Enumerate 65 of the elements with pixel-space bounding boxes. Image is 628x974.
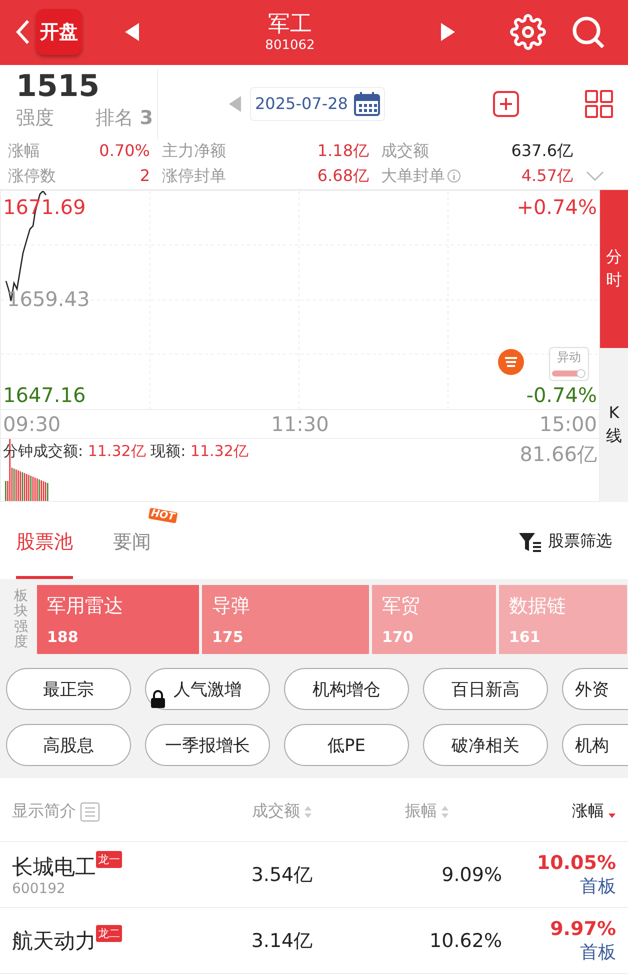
stat-value: 637.6亿	[511, 140, 573, 162]
filter-chip[interactable]: 机构增仓	[284, 668, 409, 710]
low-percent: -0.74%	[526, 382, 597, 407]
stat-value: 2	[140, 165, 150, 188]
stock-code: 600192	[12, 880, 66, 897]
grid-icon[interactable]	[584, 88, 614, 119]
strength-value: 1515	[15, 68, 100, 105]
app-logo: 开盘	[36, 9, 82, 56]
amount-cell-text: 3.54亿	[250, 862, 314, 888]
sector-strength-label: 板块强度	[14, 588, 28, 650]
filter-chip[interactable]: 人气激增	[145, 668, 270, 710]
column-header[interactable]: 涨幅	[502, 801, 616, 822]
filter-chip[interactable]: 高股息	[6, 724, 131, 766]
page-title: 军工	[268, 12, 312, 38]
stat-label: 成交额	[381, 140, 429, 162]
stat-value: 4.57亿	[521, 165, 573, 188]
stat-value: 0.70%	[99, 140, 150, 162]
topic-badge-icon[interactable]	[497, 348, 525, 376]
stock-filter-button[interactable]: 股票筛选	[518, 530, 612, 553]
time-label: 11:30	[271, 412, 329, 436]
hot-badge: HOT	[148, 508, 178, 524]
section-tab[interactable]: 要闻	[113, 504, 151, 579]
amplitude-cell-text: 10.62%	[428, 930, 502, 952]
rank-tag: 龙一	[96, 850, 122, 868]
volume-max: 81.66亿	[520, 440, 597, 468]
filter-chip[interactable]: 外资	[562, 668, 628, 710]
filter-chip[interactable]: 最正宗	[6, 668, 131, 710]
strength-label: 强度	[16, 106, 54, 131]
rank-text: 排名 3	[96, 106, 153, 131]
filter-chip[interactable]: 百日新高	[423, 668, 548, 710]
switch-icon	[552, 369, 586, 378]
chart-type-tab[interactable]: K线	[600, 348, 628, 502]
time-label: 09:30	[3, 412, 61, 436]
chart-type-tab[interactable]: 分时	[600, 190, 628, 348]
filter-chip[interactable]: 破净相关	[423, 724, 548, 766]
filter-chip[interactable]: 一季报增长	[145, 724, 270, 766]
stock-name[interactable]: 长城电工	[12, 852, 96, 881]
change-cell: 9.97%	[550, 918, 616, 940]
time-label: 15:00	[539, 412, 597, 436]
amount-cell-text: 3.14亿	[250, 928, 314, 954]
stat-label: 主力净额	[162, 140, 226, 162]
stat-label: 涨停数	[8, 165, 56, 188]
stat-label: 涨幅	[8, 140, 40, 162]
filter-chip[interactable]: 低PE	[284, 724, 409, 766]
stat-label: 大单封单	[381, 165, 445, 188]
board-label: 首板	[580, 940, 616, 964]
info-icon[interactable]	[447, 169, 461, 184]
change-cell: 10.05%	[536, 852, 616, 874]
date-picker[interactable]: 2025-07-28	[250, 86, 385, 121]
stock-name[interactable]: 航天动力	[12, 926, 96, 955]
list-icon	[80, 802, 100, 822]
stat-value: 1.18亿	[317, 140, 369, 162]
high-percent: +0.74%	[516, 194, 597, 219]
stat-label: 涨停封单	[162, 165, 226, 188]
filter-icon	[518, 530, 542, 553]
calendar-icon	[354, 92, 380, 116]
low-price: 1647.16	[3, 382, 86, 407]
index-code: 801062	[265, 38, 315, 53]
stat-value: 6.68亿	[317, 165, 369, 188]
mid-price: 1659.43	[7, 286, 90, 311]
add-icon[interactable]	[492, 90, 520, 118]
board-label: 首板	[580, 874, 616, 898]
amplitude-cell-text: 9.09%	[440, 864, 502, 886]
filter-chip[interactable]: 机构	[562, 724, 628, 766]
rank-tag: 龙二	[96, 924, 122, 942]
